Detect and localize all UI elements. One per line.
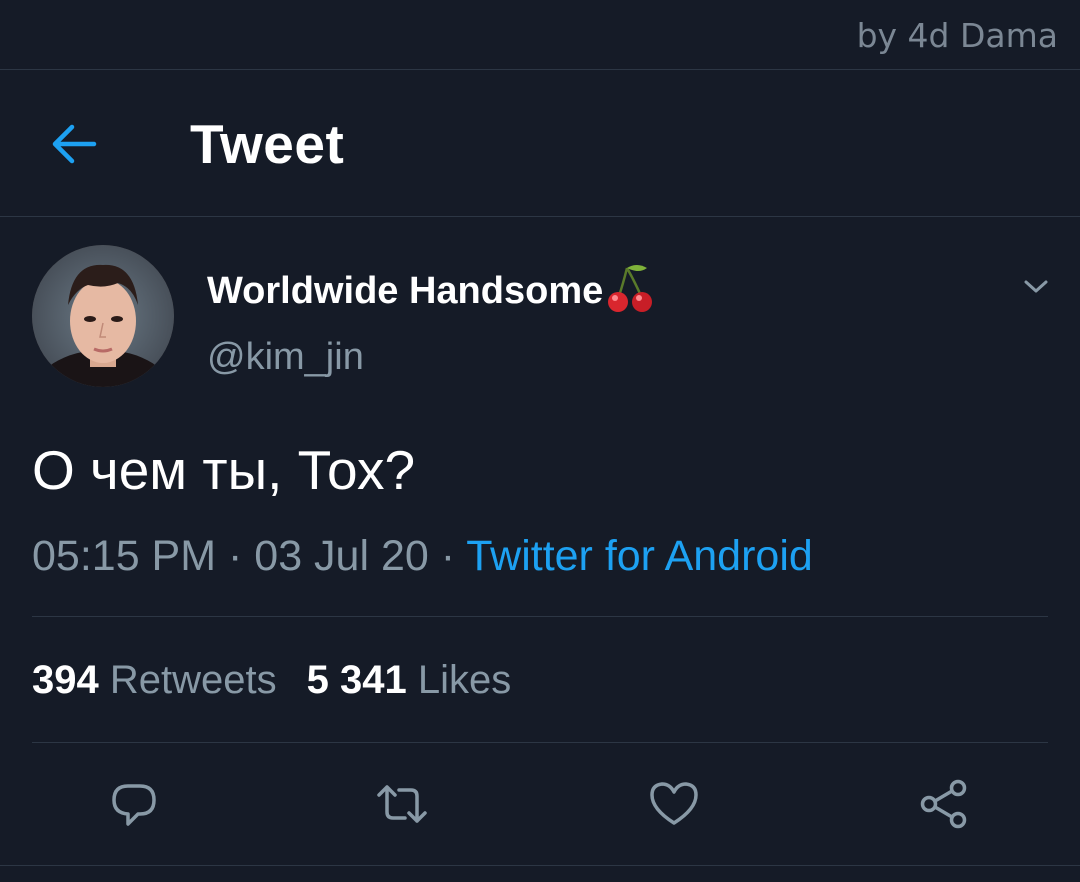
author-display-name[interactable]: Worldwide Handsome [207, 265, 655, 314]
author-handle[interactable]: @kim_jin [207, 336, 364, 379]
tweet-date: 03 Jul 20 [254, 532, 429, 580]
divider-header [0, 216, 1080, 217]
tweet-text: О чем ты, Тох? [32, 439, 416, 501]
likes-label: Likes [417, 658, 512, 702]
divider-stats [32, 742, 1048, 743]
reply-icon [112, 784, 156, 826]
tweet-time: 05:15 PM [32, 532, 217, 580]
meta-separator: · [428, 532, 467, 580]
tweet-stats: 394 Retweets 5 341 Likes [32, 658, 511, 703]
divider-meta [32, 616, 1048, 617]
divider-top [0, 69, 1080, 70]
tweet-meta: 05:15 PM · 03 Jul 20 · Twitter for Andro… [32, 532, 813, 581]
heart-icon [650, 782, 698, 825]
share-button[interactable] [916, 776, 972, 832]
avatar[interactable] [32, 245, 174, 387]
retweet-icon [377, 785, 427, 823]
author-name-text: Worldwide Handsome [207, 269, 604, 312]
reply-button[interactable] [106, 776, 162, 832]
more-options-button[interactable] [1018, 268, 1054, 304]
tweet-detail-screen: by 4d Dama Tweet Worldwide Handsome @kim… [0, 0, 1080, 882]
back-button[interactable] [46, 116, 102, 172]
retweets-label: Retweets [109, 658, 277, 702]
share-icon [920, 779, 967, 829]
retweets-count: 394 [32, 658, 99, 702]
profile-photo-image [32, 245, 174, 387]
cherries-emoji-icon [605, 262, 655, 314]
meta-separator: · [216, 532, 255, 580]
retweet-button[interactable] [374, 776, 430, 832]
watermark-text: by 4d Dama [856, 16, 1058, 55]
divider-bottom [0, 865, 1080, 866]
like-button[interactable] [646, 776, 702, 832]
arrow-left-icon [52, 124, 97, 164]
likes-stat[interactable]: 5 341 Likes [307, 658, 512, 702]
page-title: Tweet [190, 113, 345, 175]
likes-count: 5 341 [306, 658, 407, 702]
chevron-down-icon [1024, 280, 1048, 293]
retweets-stat[interactable]: 394 Retweets [32, 658, 277, 702]
tweet-source-link[interactable]: Twitter for Android [466, 532, 813, 580]
